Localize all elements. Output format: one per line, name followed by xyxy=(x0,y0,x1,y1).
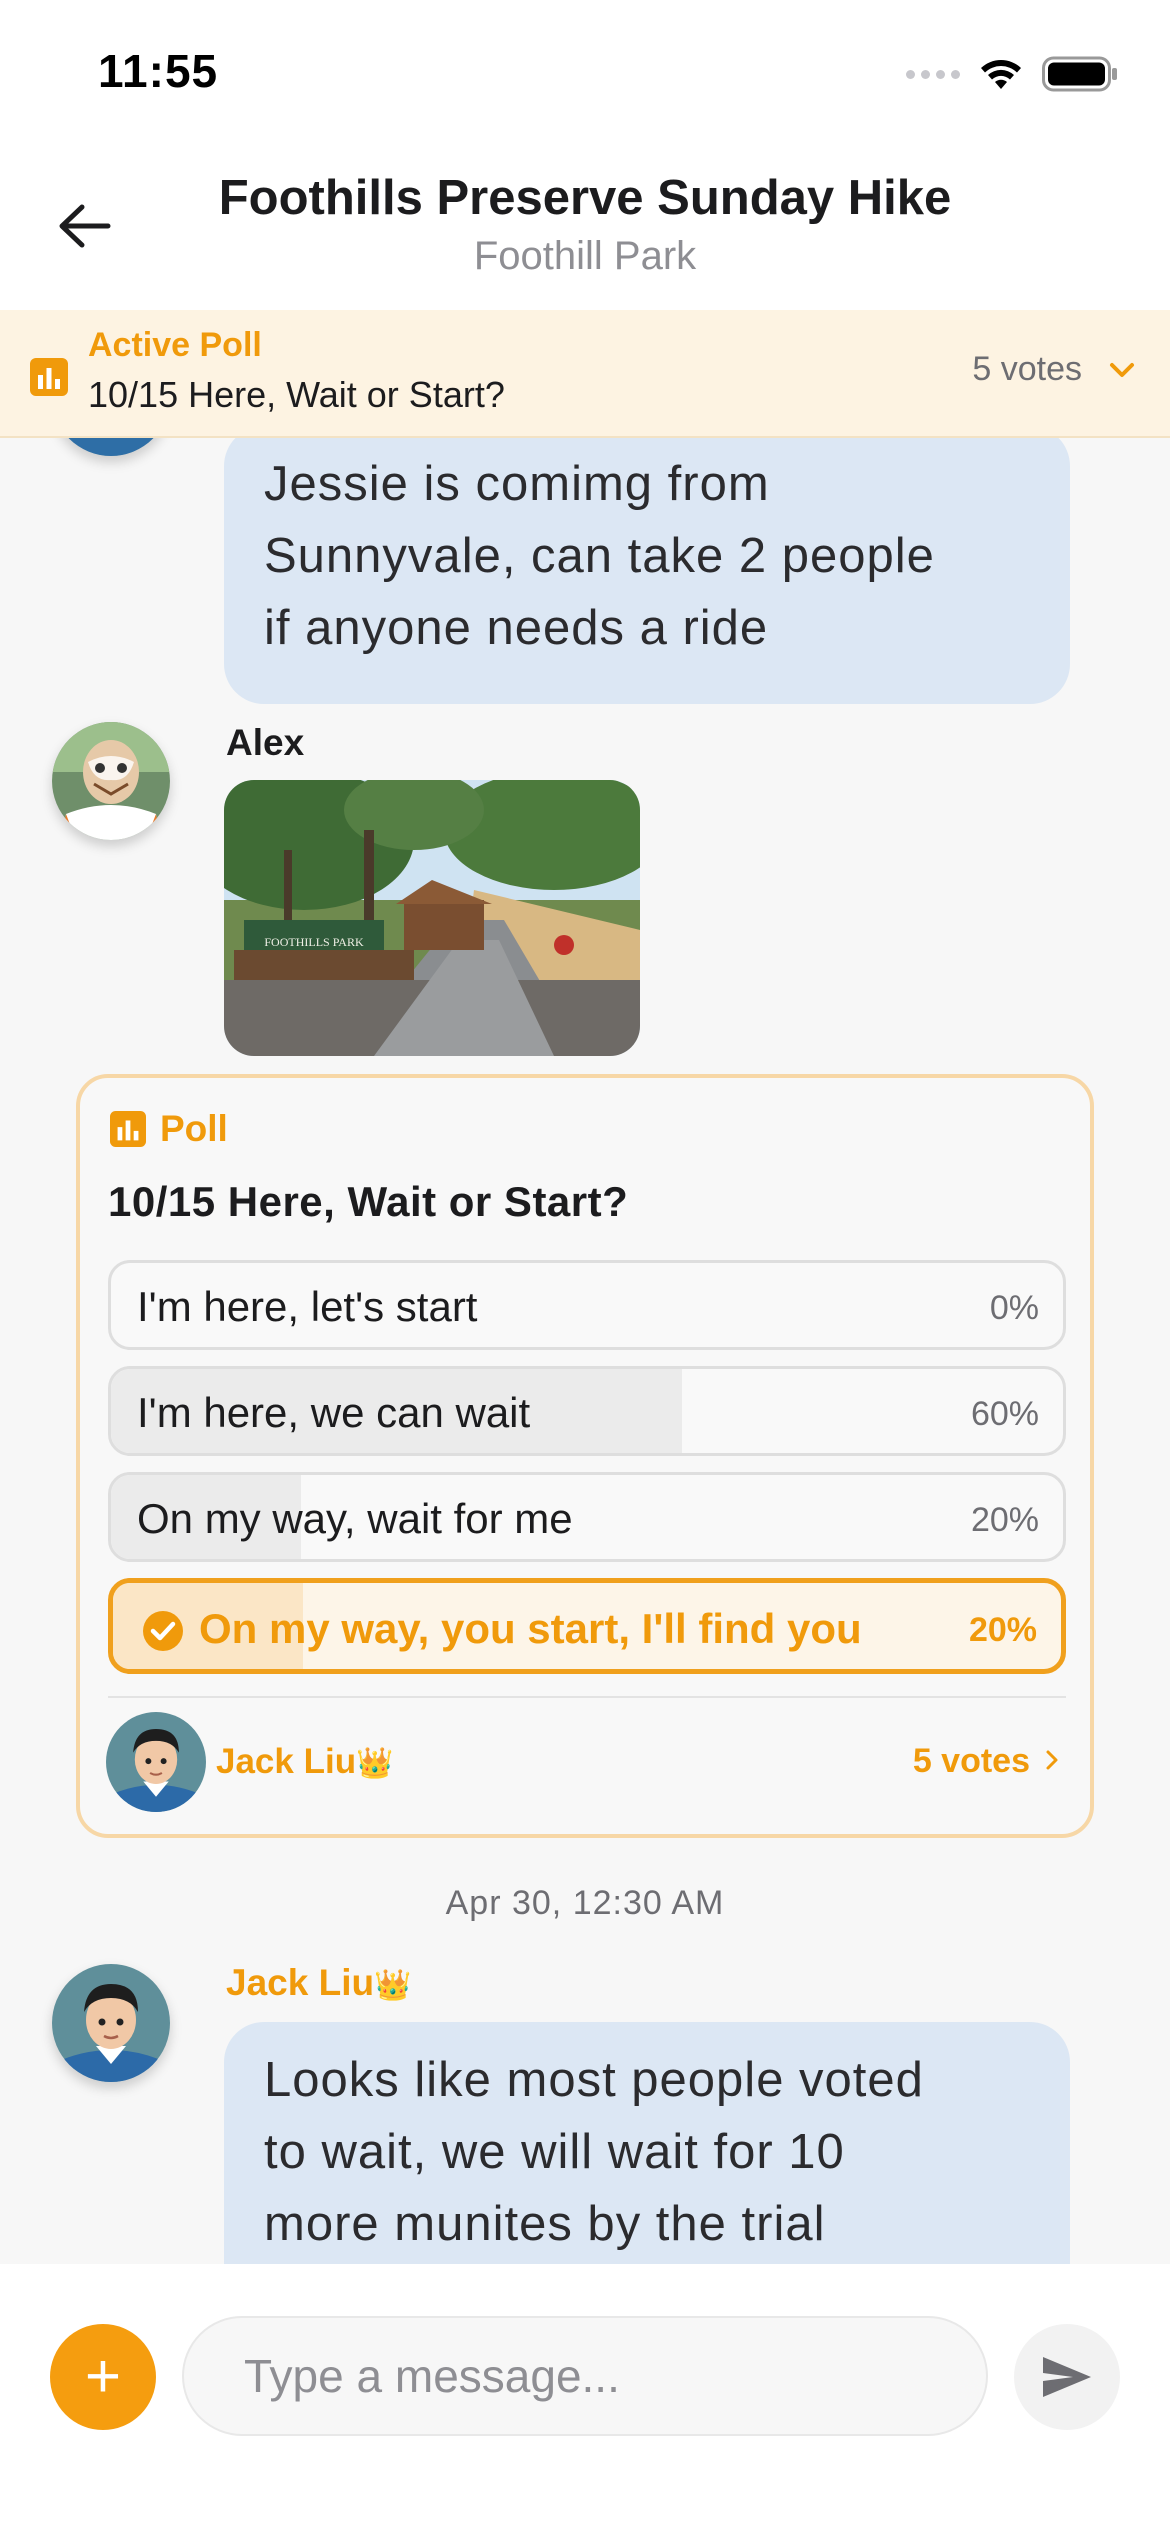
message-timestamp: Apr 30, 12:30 AM xyxy=(445,1884,725,1922)
poll-option-label: I'm here, let's start xyxy=(137,1283,478,1330)
poll-option-label: I'm here, we can wait xyxy=(137,1389,531,1436)
send-button[interactable] xyxy=(1014,2324,1120,2430)
status-time: 11:55 xyxy=(98,45,219,97)
avatar[interactable] xyxy=(52,1964,170,2082)
poll-option-percent: 0% xyxy=(989,1289,1039,1327)
message-sender-text: Jack Liu xyxy=(226,1962,375,2003)
poll-option[interactable]: I'm here, let's start 0% xyxy=(108,1260,1066,1350)
poll-option-percent: 20% xyxy=(970,1501,1039,1539)
banner-question: 10/15 Here, Wait or Start? xyxy=(88,374,505,415)
banner-vote-count: 5 votes xyxy=(972,350,1082,388)
poll-option-percent: 20% xyxy=(968,1611,1037,1649)
message-list[interactable]: Jessie is comimg from Sunnyvale, can tak… xyxy=(0,438,1170,2264)
poll-option-percent: 60% xyxy=(970,1395,1039,1433)
message-bubble[interactable]: Looks like most people voted to wait, we… xyxy=(224,2022,1070,2264)
message-bubble[interactable]: Jessie is comimg from Sunnyvale, can tak… xyxy=(224,438,1070,704)
message-text-line: Jessie is comimg from xyxy=(264,457,770,511)
poll-label: Poll xyxy=(160,1108,228,1149)
crown-icon: 👑 xyxy=(374,1969,412,2002)
banner-label: Active Poll xyxy=(88,326,262,364)
chevron-right-icon[interactable] xyxy=(1044,1748,1060,1772)
poll-creator-name: Jack Liu👑 xyxy=(216,1742,393,1782)
message-sender: Alex xyxy=(226,722,305,763)
poll-question: 10/15 Here, Wait or Start? xyxy=(108,1178,629,1225)
poll-option-label: On my way, wait for me xyxy=(137,1495,573,1542)
wifi-icon xyxy=(981,60,1021,89)
message-text-line: more munites by the trial xyxy=(264,2197,826,2251)
avatar[interactable] xyxy=(52,438,170,456)
status-bar: 11:55 xyxy=(0,0,1170,150)
poll-option-label: On my way, you start, I'll find you xyxy=(199,1605,862,1652)
chat-subtitle: Foothill Park xyxy=(473,234,697,278)
avatar[interactable] xyxy=(52,722,170,840)
message-text-line: Looks like most people voted xyxy=(264,2053,924,2107)
cellular-signal-icon xyxy=(906,69,960,79)
message-sender: Jack Liu👑 xyxy=(226,1962,411,2004)
photo-sign-text: FOOTHILLS PARK xyxy=(264,935,364,949)
message-input[interactable] xyxy=(182,2316,988,2436)
message-photo[interactable]: FOOTHILLS PARK xyxy=(224,780,640,1056)
poll-header: Poll xyxy=(110,1108,228,1150)
bar-chart-icon xyxy=(110,1111,146,1147)
poll-option[interactable]: On my way, wait for me 20% xyxy=(108,1472,1066,1562)
poll-creator-text: Jack Liu xyxy=(216,1742,357,1781)
bar-chart-icon xyxy=(30,358,68,396)
add-attachment-button[interactable]: + xyxy=(50,2324,156,2430)
poll-option-selected[interactable]: On my way, you start, I'll find you 20% xyxy=(108,1578,1066,1674)
composer-bar: + xyxy=(0,2264,1170,2532)
message-text-line: Sunnyvale, can take 2 people xyxy=(264,529,935,583)
message-text-line: if anyone needs a ride xyxy=(264,601,769,655)
status-icons xyxy=(906,54,1118,94)
divider xyxy=(108,1696,1066,1698)
chat-title: Foothills Preserve Sunday Hike xyxy=(218,171,952,225)
crown-icon: 👑 xyxy=(356,1747,394,1780)
poll-option[interactable]: I'm here, we can wait 60% xyxy=(108,1366,1066,1456)
chevron-down-icon[interactable] xyxy=(1108,360,1136,380)
check-circle-icon xyxy=(143,1611,183,1651)
send-icon xyxy=(1043,2357,1091,2397)
battery-icon xyxy=(1042,56,1117,92)
poll-vote-count[interactable]: 5 votes xyxy=(913,1742,1030,1781)
poll-card[interactable]: Poll 10/15 Here, Wait or Start? I'm here… xyxy=(76,1074,1094,1838)
active-poll-banner[interactable]: Active Poll 10/15 Here, Wait or Start? 5… xyxy=(0,310,1170,438)
avatar[interactable] xyxy=(106,1712,206,1812)
message-text-line: to wait, we will wait for 10 xyxy=(264,2125,845,2179)
chat-header: Foothills Preserve Sunday Hike Foothill … xyxy=(0,150,1170,310)
